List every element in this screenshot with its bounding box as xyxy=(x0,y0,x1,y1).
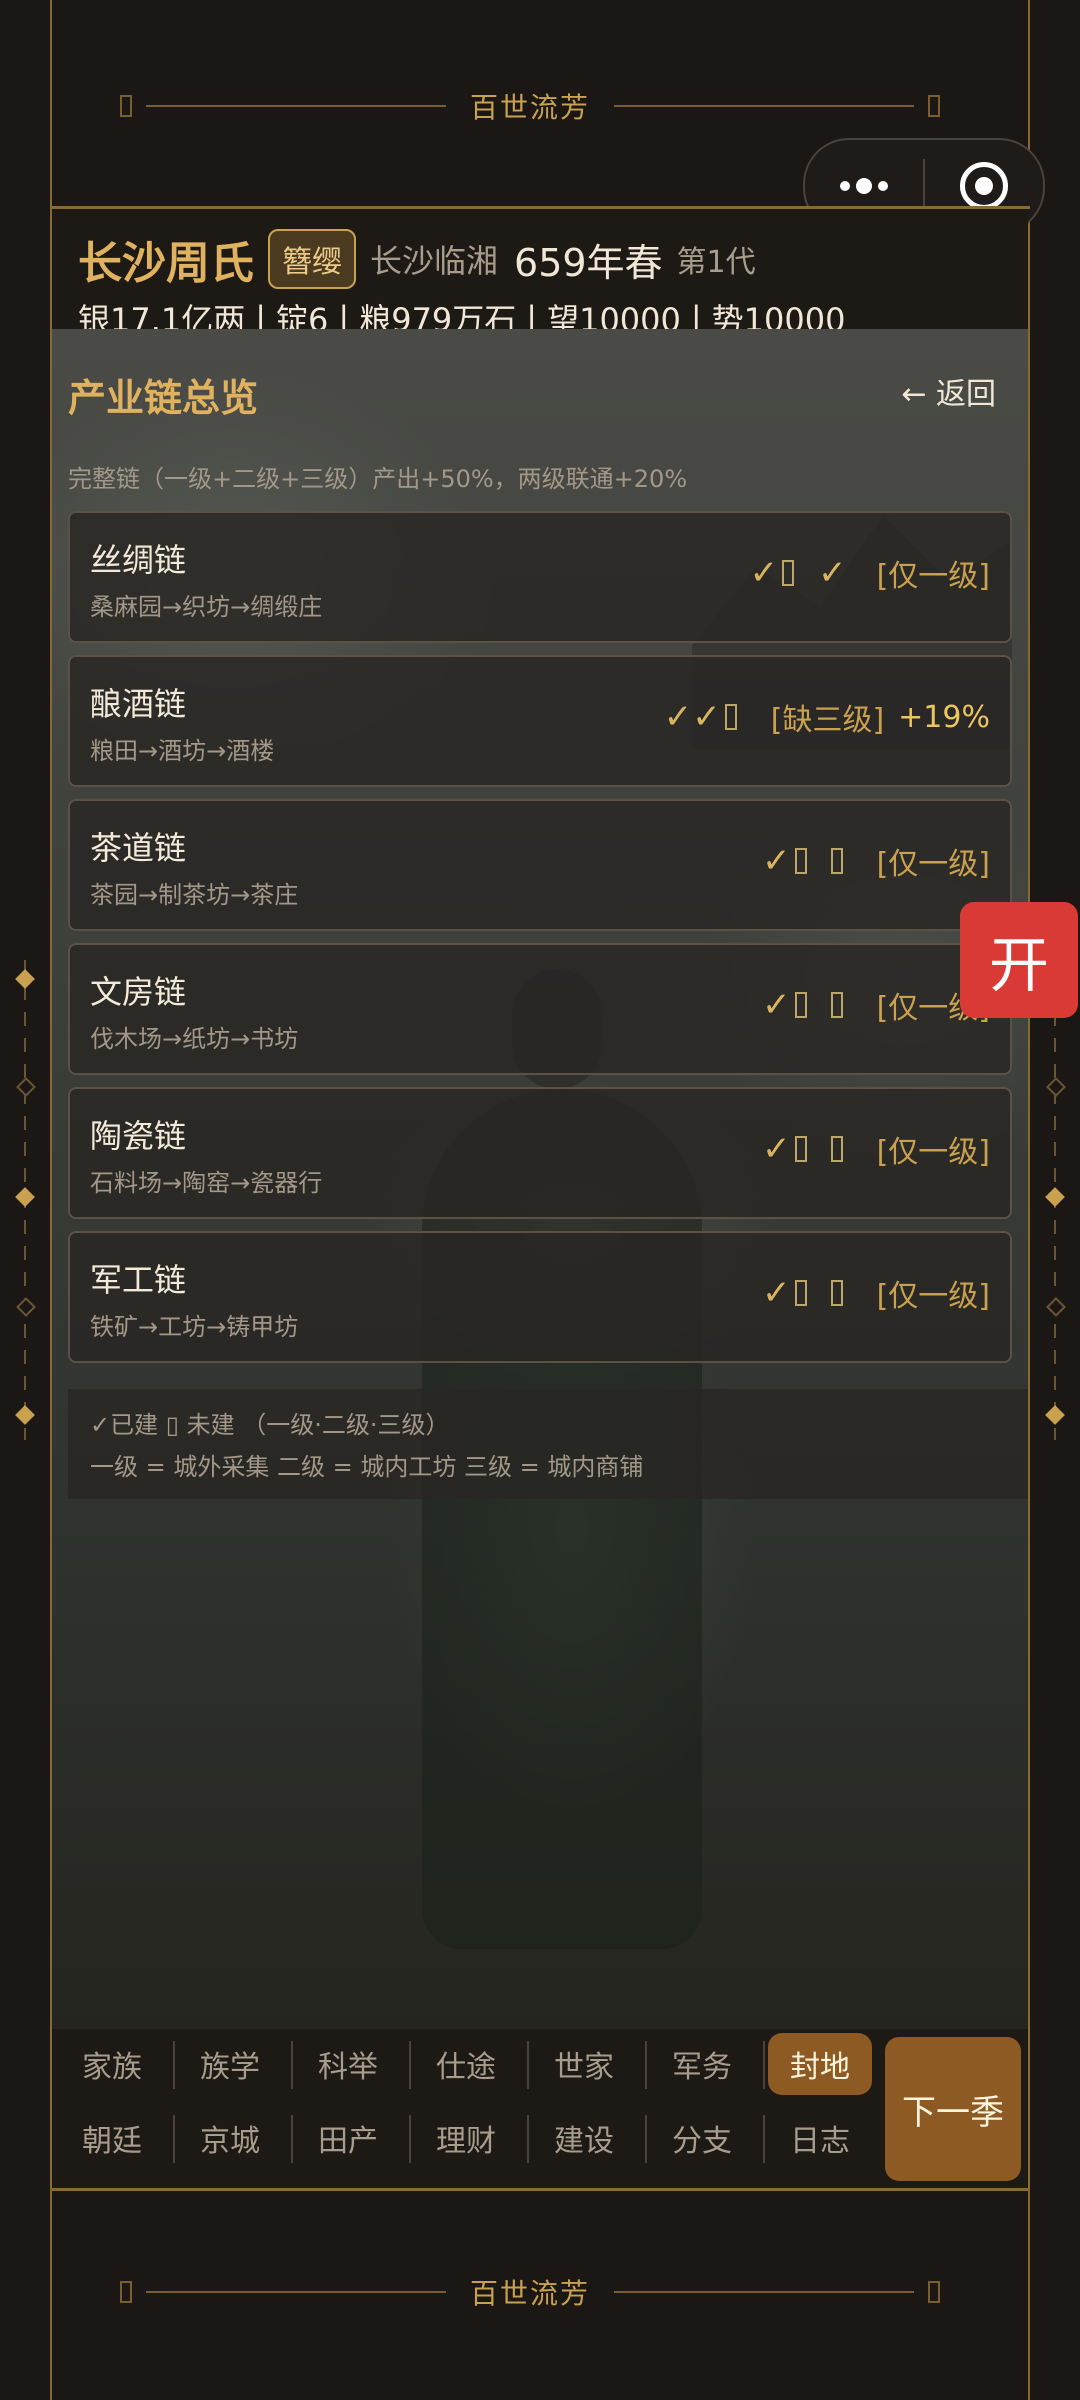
built-check-icon: ✓ xyxy=(762,1273,791,1313)
legend-line: ✓已建 ▯ 未建 （一级·二级·三级） xyxy=(90,1411,450,1439)
built-check-icon: ✓ xyxy=(749,553,779,593)
banner-end-ornament xyxy=(928,2281,941,2303)
banner-end-ornament xyxy=(928,95,941,117)
year-label: 659年春 xyxy=(514,240,663,285)
banner-title: 百世流芳 xyxy=(470,2277,591,2310)
tab-branches[interactable]: 分支 xyxy=(650,2107,754,2169)
chain-card-stationery[interactable]: 文房链 伐木场→纸坊→书坊 ✓ [仅一级] xyxy=(68,943,1012,1075)
chain-steps: 桑麻园→织坊→绸缎庄 xyxy=(90,593,323,621)
generation-label: 第1代 xyxy=(676,245,756,280)
chain-steps: 伐木场→纸坊→书坊 xyxy=(90,1025,299,1053)
tab-family[interactable]: 家族 xyxy=(60,2033,164,2095)
tab-estates[interactable]: 田产 xyxy=(296,2107,400,2169)
region-label: 长沙临湘 xyxy=(370,242,499,280)
chain-status: ✓ ✓ [仅一级] xyxy=(750,551,990,595)
built-check-icon: ✓ xyxy=(762,1129,791,1169)
side-decoration-right xyxy=(1030,960,1080,1440)
chain-status-tag: [仅一级] xyxy=(876,847,990,882)
chain-status: ✓ [仅一级] xyxy=(762,1127,990,1171)
tab-fief[interactable]: 封地 xyxy=(768,2033,872,2095)
chain-name: 茶道链 xyxy=(90,829,187,867)
chain-status: ✓ [仅一级] xyxy=(762,1271,990,1315)
tab-career[interactable]: 仕途 xyxy=(414,2033,518,2095)
chain-card-military[interactable]: 军工链 铁矿→工坊→铸甲坊 ✓ [仅一级] xyxy=(68,1231,1012,1363)
tab-construction[interactable]: 建设 xyxy=(532,2107,636,2169)
back-button[interactable]: ← 返回 xyxy=(901,369,996,413)
tab-clan-school[interactable]: 族学 xyxy=(178,2033,282,2095)
side-decoration-left xyxy=(0,960,50,1440)
chain-steps: 粮田→酒坊→酒楼 xyxy=(90,737,275,765)
unbuilt-box-icon xyxy=(782,560,795,586)
chain-name: 酿酒链 xyxy=(90,685,187,723)
chain-name: 文房链 xyxy=(90,973,187,1011)
status-header: 长沙周氏 簪缨 长沙临湘 659年春 第1代 银17.1亿两 | 锭6 | 粮9… xyxy=(52,209,1028,339)
unbuilt-box-icon xyxy=(794,992,807,1018)
banner-line xyxy=(614,105,915,107)
tab-log[interactable]: 日志 xyxy=(768,2107,872,2169)
bottom-tab-bar: 家族 族学 科举 仕途 世家 军务 封地 朝廷 京城 田产 理财 建设 分支 日… xyxy=(52,2029,1028,2189)
banner-line xyxy=(146,2291,446,2293)
chain-steps: 铁矿→工坊→铸甲坊 xyxy=(90,1313,299,1341)
unbuilt-box-icon xyxy=(794,848,807,874)
footer-divider xyxy=(50,2188,1030,2191)
tab-finance[interactable]: 理财 xyxy=(414,2107,518,2169)
tab-exam[interactable]: 科举 xyxy=(296,2033,400,2095)
legend: ✓已建 ▯ 未建 （一级·二级·三级） 一级 = 城外采集 二级 = 城内工坊 … xyxy=(68,1389,1028,1499)
built-check-icon: ✓ xyxy=(663,697,693,737)
chain-name: 丝绸链 xyxy=(90,541,187,579)
unbuilt-box-icon xyxy=(830,992,843,1018)
unbuilt-box-icon xyxy=(724,704,737,730)
banner-end-ornament xyxy=(120,2281,132,2303)
chain-card-ceramics[interactable]: 陶瓷链 石料场→陶窑→瓷器行 ✓ [仅一级] xyxy=(68,1087,1012,1219)
summary-note: 完整链（一级+二级+三级）产出+50%，两级联通+20% xyxy=(68,465,688,493)
chain-status: ✓ [仅一级] xyxy=(762,839,990,883)
next-season-button[interactable]: 下一季 xyxy=(885,2037,1021,2181)
tab-court[interactable]: 朝廷 xyxy=(60,2107,164,2169)
built-check-icon: ✓ xyxy=(762,985,791,1025)
chain-status: ✓ ✓ [缺三级] +19% xyxy=(664,695,990,739)
chain-steps: 茶园→制茶坊→茶庄 xyxy=(90,881,299,909)
chain-status-tag: [缺三级] xyxy=(770,703,885,738)
tab-noble-houses[interactable]: 世家 xyxy=(532,2033,636,2095)
unbuilt-box-icon xyxy=(830,1280,843,1306)
open-float-button[interactable]: 开 xyxy=(960,902,1078,1018)
legend-line: 一级 = 城外采集 二级 = 城内工坊 三级 = 城内商铺 xyxy=(90,1453,644,1481)
panel-title: 产业链总览 xyxy=(68,376,259,420)
tab-military[interactable]: 军务 xyxy=(650,2033,754,2095)
built-check-icon: ✓ xyxy=(692,697,721,737)
rank-badge: 簪缨 xyxy=(268,229,356,289)
unbuilt-box-icon xyxy=(794,1136,807,1162)
family-name: 长沙周氏 xyxy=(78,238,254,289)
chain-bonus: +19% xyxy=(898,699,990,735)
chain-status: ✓ [仅一级] xyxy=(762,983,990,1027)
chain-status-tag: [仅一级] xyxy=(876,1279,990,1314)
chain-steps: 石料场→陶窑→瓷器行 xyxy=(90,1169,323,1197)
unbuilt-box-icon xyxy=(830,1136,843,1162)
industry-chain-panel: 产业链总览 ← 返回 完整链（一级+二级+三级）产出+50%，两级联通+20% … xyxy=(52,329,1028,2029)
chain-status-tag: [仅一级] xyxy=(876,1135,990,1170)
tab-capital[interactable]: 京城 xyxy=(178,2107,282,2169)
bottom-banner: 百世流芳 xyxy=(120,2272,941,2312)
built-check-icon: ✓ xyxy=(762,841,791,881)
unbuilt-box-icon xyxy=(830,848,843,874)
unbuilt-box-icon xyxy=(794,1280,807,1306)
chain-card-wine[interactable]: 酿酒链 粮田→酒坊→酒楼 ✓ ✓ [缺三级] +19% xyxy=(68,655,1012,787)
banner-title: 百世流芳 xyxy=(470,91,591,124)
banner-line xyxy=(614,2291,915,2293)
chain-name: 军工链 xyxy=(90,1261,187,1299)
chain-card-silk[interactable]: 丝绸链 桑麻园→织坊→绸缎庄 ✓ ✓ [仅一级] xyxy=(68,511,1012,643)
chain-name: 陶瓷链 xyxy=(90,1117,187,1155)
banner-line xyxy=(146,105,446,107)
banner-end-ornament xyxy=(120,95,132,117)
chain-status-tag: [仅一级] xyxy=(876,559,990,594)
chain-card-tea[interactable]: 茶道链 茶园→制茶坊→茶庄 ✓ [仅一级] xyxy=(68,799,1012,931)
built-check-icon: ✓ xyxy=(818,553,847,593)
top-banner: 百世流芳 xyxy=(120,86,941,126)
target-circle-icon[interactable] xyxy=(925,162,1043,210)
